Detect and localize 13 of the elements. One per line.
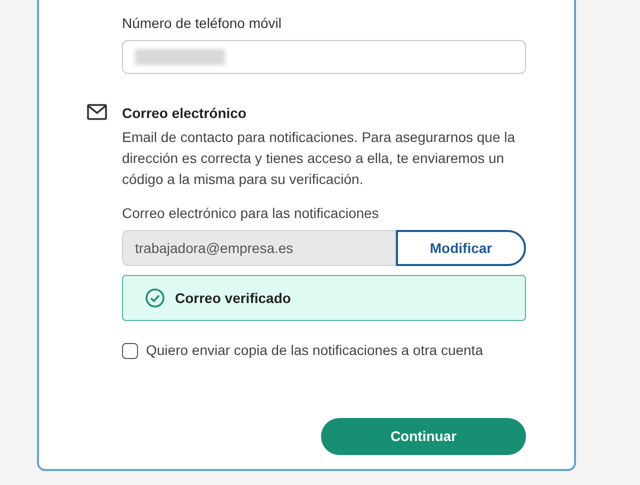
section-title: Correo electrónico [122,104,248,122]
section-description: Email de contacto para notificaciones. Para asegurarnos que la dirección es correcta y tienes acceso a ella, te enviaremos un código a la misma para su verificación. [122,128,516,189]
phone-field[interactable] [122,40,526,74]
mail-icon [87,104,107,120]
email-field[interactable]: trabajadora@empresa.es [122,230,396,266]
checkbox-label: Quiero enviar copia de las notificaciones a otra cuenta [146,341,483,360]
status-text: Correo verificado [175,288,291,308]
continue-button[interactable]: Continuar [321,418,526,455]
field-label: Número de teléfono móvil [122,14,283,32]
checkbox[interactable] [122,342,138,358]
field-label: Correo electrónico para las notificaciones [122,204,380,222]
check-circle-icon [145,288,165,308]
modify-button[interactable]: Modificar [396,230,526,266]
